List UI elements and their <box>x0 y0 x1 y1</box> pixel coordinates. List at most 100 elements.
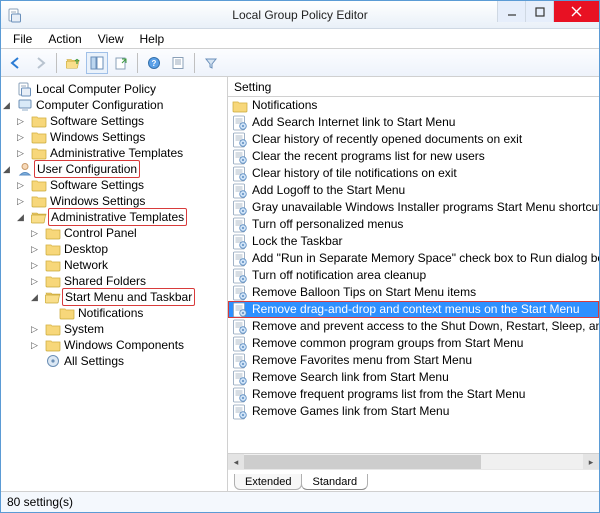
tree-panel[interactable]: Local Computer Policy◢Computer Configura… <box>1 77 228 491</box>
tab-standard[interactable]: Standard <box>301 474 368 490</box>
expand-icon[interactable]: ▷ <box>17 177 31 193</box>
list-item-label: Lock the Taskbar <box>252 233 343 250</box>
list-item[interactable]: Clear the recent programs list for new u… <box>228 148 599 165</box>
list-item[interactable]: Add Logoff to the Start Menu <box>228 182 599 199</box>
tab-extended[interactable]: Extended <box>234 474 302 490</box>
tree-admin-child[interactable]: ▷System <box>3 321 225 337</box>
scrollbar-track[interactable] <box>244 454 583 469</box>
tree-label: User Configuration <box>34 160 140 178</box>
tree-start-menu-and-taskbar[interactable]: ◢Start Menu and Taskbar <box>3 289 225 305</box>
settings-gear-icon <box>45 353 61 369</box>
list-item[interactable]: Add "Run in Separate Memory Space" check… <box>228 250 599 267</box>
tree-admin-child[interactable]: ▷Desktop <box>3 241 225 257</box>
tree-admin-child[interactable]: All Settings <box>3 353 225 369</box>
export-list-button[interactable] <box>110 52 132 74</box>
list-item-label: Clear history of recently opened documen… <box>252 131 522 148</box>
list-item[interactable]: Add Search Internet link to Start Menu <box>228 114 599 131</box>
list-item[interactable]: Remove Balloon Tips on Start Menu items <box>228 284 599 301</box>
list-item-label: Clear history of tile notifications on e… <box>252 165 457 182</box>
list-item[interactable]: Remove drag-and-drop and context menus o… <box>228 301 599 318</box>
list-item[interactable]: Clear history of tile notifications on e… <box>228 165 599 182</box>
folder-icon <box>232 98 248 114</box>
tree-label: Local Computer Policy <box>36 81 156 97</box>
properties-button[interactable] <box>167 52 189 74</box>
tree-admin-child[interactable]: ▷ Network <box>3 257 225 273</box>
expand-icon[interactable]: ▷ <box>17 113 31 129</box>
tree-spacer <box>3 81 17 97</box>
tree-cc-child[interactable]: ▷Administrative Templates <box>3 145 225 161</box>
tree-label: Software Settings <box>50 113 144 129</box>
list-item[interactable]: Notifications <box>228 97 599 114</box>
column-header-setting[interactable]: Setting <box>228 77 599 97</box>
tree-administrative-templates[interactable]: ◢Administrative Templates <box>3 209 225 225</box>
scroll-left-icon[interactable]: ◂ <box>228 454 244 470</box>
scroll-right-icon[interactable]: ▸ <box>583 454 599 470</box>
tree-computer-configuration[interactable]: ◢Computer Configuration <box>3 97 225 113</box>
expand-icon[interactable]: ▷ <box>17 145 31 161</box>
list-item-label: Remove Favorites menu from Start Menu <box>252 352 472 369</box>
expand-icon[interactable]: ▷ <box>31 321 45 337</box>
list-item[interactable]: Lock the Taskbar <box>228 233 599 250</box>
collapse-icon[interactable]: ◢ <box>17 209 31 225</box>
tree-spacer <box>31 353 45 369</box>
list-item[interactable]: Remove frequent programs list from the S… <box>228 386 599 403</box>
minimize-button[interactable] <box>497 1 525 22</box>
list-item[interactable]: Remove Favorites menu from Start Menu <box>228 352 599 369</box>
filter-button[interactable] <box>200 52 222 74</box>
expand-icon[interactable]: ▷ <box>31 225 45 241</box>
settings-list[interactable]: NotificationsAdd Search Internet link to… <box>228 97 599 453</box>
list-item[interactable]: Gray unavailable Windows Installer progr… <box>228 199 599 216</box>
list-item[interactable]: Remove and prevent access to the Shut Do… <box>228 318 599 335</box>
tree-admin-child[interactable]: ▷Shared Folders <box>3 273 225 289</box>
expand-icon[interactable]: ▷ <box>31 337 45 353</box>
tree-user-configuration[interactable]: ◢ User Configuration <box>3 161 225 177</box>
pc-icon <box>17 97 33 113</box>
collapse-icon[interactable]: ◢ <box>31 289 45 305</box>
back-button[interactable] <box>5 52 27 74</box>
tree-uc-child[interactable]: ▷Windows Settings <box>3 193 225 209</box>
horizontal-scrollbar[interactable]: ◂ ▸ <box>228 453 599 469</box>
list-item[interactable]: Turn off notification area cleanup <box>228 267 599 284</box>
expand-icon[interactable]: ▷ <box>31 257 45 273</box>
list-item[interactable]: Remove Search link from Start Menu <box>228 369 599 386</box>
tree-cc-child[interactable]: ▷ Software Settings <box>3 113 225 129</box>
list-item[interactable]: Remove common program groups from Start … <box>228 335 599 352</box>
scrollbar-thumb[interactable] <box>244 455 481 469</box>
folder-icon <box>59 305 75 321</box>
gp-root-icon <box>17 81 33 97</box>
collapse-icon[interactable]: ◢ <box>3 97 17 113</box>
expand-icon[interactable]: ▷ <box>31 241 45 257</box>
folder-icon <box>31 193 47 209</box>
menu-action[interactable]: Action <box>40 30 89 48</box>
forward-button[interactable] <box>29 52 51 74</box>
close-button[interactable] <box>553 1 599 22</box>
tree-label: Network <box>64 257 108 273</box>
maximize-button[interactable] <box>525 1 553 22</box>
expand-icon[interactable]: ▷ <box>17 193 31 209</box>
list-item[interactable]: Clear history of recently opened documen… <box>228 131 599 148</box>
menu-file[interactable]: File <box>5 30 40 48</box>
tree-label: Control Panel <box>64 225 137 241</box>
expand-icon[interactable]: ▷ <box>17 129 31 145</box>
expand-icon[interactable]: ▷ <box>31 273 45 289</box>
policy-setting-icon <box>232 302 248 318</box>
tree-admin-child[interactable]: ▷ Control Panel <box>3 225 225 241</box>
help-button[interactable]: ? <box>143 52 165 74</box>
tree-smt-child[interactable]: Notifications <box>3 305 225 321</box>
status-text: 80 setting(s) <box>7 495 73 509</box>
menu-help[interactable]: Help <box>132 30 173 48</box>
policy-setting-icon <box>232 234 248 250</box>
menu-view[interactable]: View <box>90 30 132 48</box>
tree-root[interactable]: Local Computer Policy <box>3 81 225 97</box>
policy-setting-icon <box>232 387 248 403</box>
collapse-icon[interactable]: ◢ <box>3 161 17 177</box>
list-item[interactable]: Turn off personalized menus <box>228 216 599 233</box>
show-hide-tree-button[interactable] <box>86 52 108 74</box>
list-item[interactable]: Remove Games link from Start Menu <box>228 403 599 420</box>
tree-cc-child[interactable]: ▷Windows Settings <box>3 129 225 145</box>
tree-admin-child[interactable]: ▷Windows Components <box>3 337 225 353</box>
separator <box>56 53 57 73</box>
tree-label: Software Settings <box>50 177 144 193</box>
tree-uc-child[interactable]: ▷ Software Settings <box>3 177 225 193</box>
up-button[interactable] <box>62 52 84 74</box>
